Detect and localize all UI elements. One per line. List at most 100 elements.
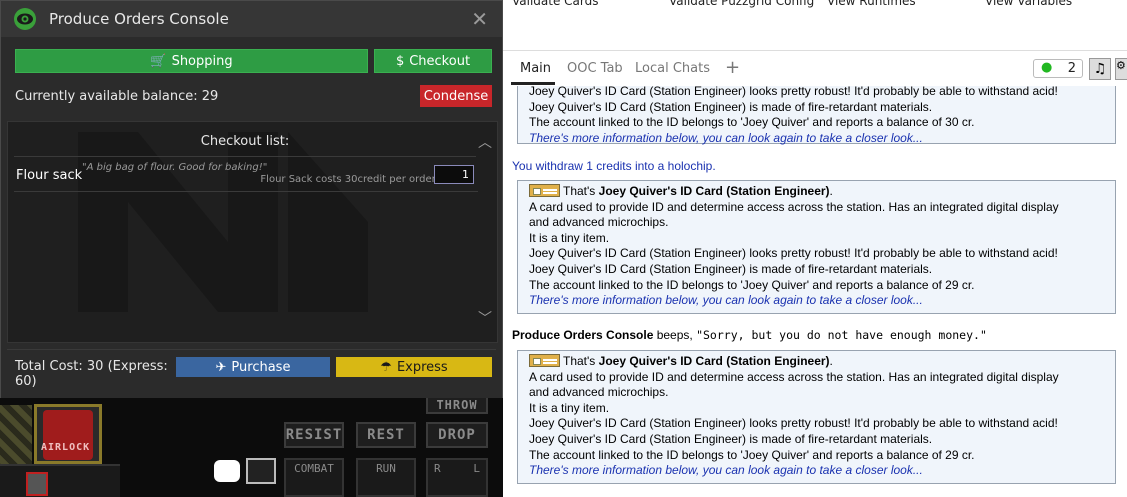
chat-line: A card used to provide ID and determine … [529,369,1059,384]
chat-line: That's Joey Quiver's ID Card (Station En… [529,354,1105,370]
balance-text: Currently available balance: 29 [15,89,219,104]
item-description: "A big bag of flour. Good for baking!" [82,162,268,173]
more-info-link[interactable]: There's more information below, you can … [529,293,1105,309]
zone-left-label: L [473,462,480,475]
chat-log: Joey Quiver's ID Card (Station Engineer)… [503,86,1127,497]
device-sprite[interactable] [26,472,48,496]
chat-line: A card used to provide ID and determine … [529,199,1059,214]
shopping-label: Shopping [171,53,233,69]
throw-button[interactable]: THROW [426,398,488,414]
list-item: Flour sack "A big bag of flour. Good for… [14,162,478,192]
menu-item[interactable]: View Runtimes [827,0,916,8]
chat-line: Joey Quiver's ID Card (Station Engineer)… [529,416,1058,431]
keyboard-icon[interactable] [246,458,276,484]
examine-box: That's Joey Quiver's ID Card (Station En… [517,180,1116,314]
express-label: Express [396,359,448,375]
music-note-icon[interactable]: ♫ [1089,58,1111,80]
chat-line: Joey Quiver's ID Card (Station Engineer)… [529,261,933,276]
active-tab-indicator [511,82,555,85]
combat-label: COMBAT [294,462,334,475]
airlock-door[interactable]: AIRLOCK [34,404,102,464]
drop-button[interactable]: DROP [426,422,488,448]
checkout-list-title: Checkout list: [200,134,290,149]
menu-item[interactable]: Validate Puzzgrid Config [669,0,814,8]
produce-orders-window: Produce Orders Console ✕ 🛒 Shopping $ Ch… [0,0,503,398]
beep-verb: beeps, [653,328,697,342]
window-title: Produce Orders Console [49,10,229,28]
chat-line: The account linked to the ID belongs to … [529,277,975,292]
shopping-button[interactable]: 🛒 Shopping [15,49,368,73]
chat-message: You withdraw 1 credits into a holochip. [512,159,716,173]
card-name: Joey Quiver's ID Card (Station Engineer) [598,184,830,198]
menu-item[interactable]: View Variables [985,0,1072,8]
thats-text: That's [563,184,599,198]
zone-select[interactable]: R L [426,458,488,497]
chat-line: Joey Quiver's ID Card (Station Engineer)… [529,431,933,446]
add-tab-icon[interactable]: + [725,57,740,78]
chat-line: Joey Quiver's ID Card (Station Engineer)… [529,246,1058,261]
resist-button[interactable]: RESIST [284,422,344,448]
quantity-field[interactable] [434,165,474,184]
eye-icon [14,8,36,30]
checkout-label: Checkout [409,53,471,69]
menu-item[interactable]: Validate Cards [512,0,599,8]
chat-line: It is a tiny item. [529,230,610,245]
status-counter[interactable]: ● 2 [1033,59,1083,78]
divider [14,156,476,157]
chat-line: and advanced microchips. [529,385,669,400]
chat-line: Joey Quiver's ID Card (Station Engineer)… [529,86,1058,98]
dollar-icon: $ [395,53,405,69]
cart-icon: 🛒 [150,53,167,69]
item-name: Flour sack [16,168,83,183]
tab-local-chats[interactable]: Local Chats [635,61,710,76]
chat-line: Joey Quiver's ID Card (Station Engineer)… [529,99,933,114]
parachute-icon: ☂ [380,359,392,375]
checkout-button[interactable]: $ Checkout [374,49,492,73]
item-cost: Flour Sack costs 30credit per order. [260,174,438,185]
gear-icon[interactable]: ⚙ [1115,58,1127,80]
examine-box: Joey Quiver's ID Card (Station Engineer)… [517,86,1116,147]
id-card-icon [529,354,560,367]
chat-message: Produce Orders Console beeps, "Sorry, bu… [512,328,987,344]
close-icon[interactable]: ✕ [471,7,488,31]
counter-value: 2 [1067,61,1076,76]
beep-speech: "Sorry, but you do not have enough money… [696,328,987,342]
divider [7,349,496,350]
scroll-down-icon[interactable]: ﹀ [477,308,493,328]
card-name: Joey Quiver's ID Card (Station Engineer) [598,354,830,368]
chat-pane: Validate Cards Validate Puzzgrid Config … [503,0,1127,497]
scroll-up-icon[interactable]: ︿ [477,132,493,152]
purchase-button[interactable]: ✈ Purchase [176,357,330,377]
period: . [829,184,833,198]
plane-icon: ✈ [215,359,227,375]
admin-menu: Validate Cards Validate Puzzgrid Config … [503,0,1127,10]
rest-label: REST [367,427,405,443]
chat-line: The account linked to the ID belongs to … [529,115,975,130]
run-label: RUN [376,462,396,475]
airlock-label: AIRLOCK [41,442,91,453]
chat-line: That's Joey Quiver's ID Card (Station En… [529,184,1105,200]
status-dot-icon: ● [1041,60,1053,75]
condense-button[interactable]: Condense [420,85,492,107]
throw-label: THROW [436,398,478,412]
examine-box: That's Joey Quiver's ID Card (Station En… [517,350,1116,484]
window-titlebar[interactable]: Produce Orders Console ✕ [1,1,502,37]
floor-tile [0,464,120,497]
express-button[interactable]: ☂ Express [336,357,492,377]
chat-line: and advanced microchips. [529,215,669,230]
tab-main[interactable]: Main [520,61,551,76]
total-cost-text: Total Cost: 30 (Express: 60) [15,359,168,389]
rest-button[interactable]: REST [356,422,416,448]
chat-line: The account linked to the ID belongs to … [529,447,975,462]
run-button[interactable]: RUN [356,458,416,497]
chat-bubble-icon[interactable] [214,460,240,482]
more-info-link[interactable]: There's more information below, you can … [529,463,1105,479]
checkout-list: Checkout list: Flour sack "A big bag of … [7,121,498,343]
combat-button[interactable]: COMBAT [284,458,344,497]
period: . [829,354,833,368]
id-card-icon [529,184,560,197]
chat-line: It is a tiny item. [529,400,610,415]
zone-right-label: R [434,462,441,475]
tab-ooc[interactable]: OOC Tab [567,61,623,76]
more-info-link[interactable]: There's more information below, you can … [529,131,1105,147]
